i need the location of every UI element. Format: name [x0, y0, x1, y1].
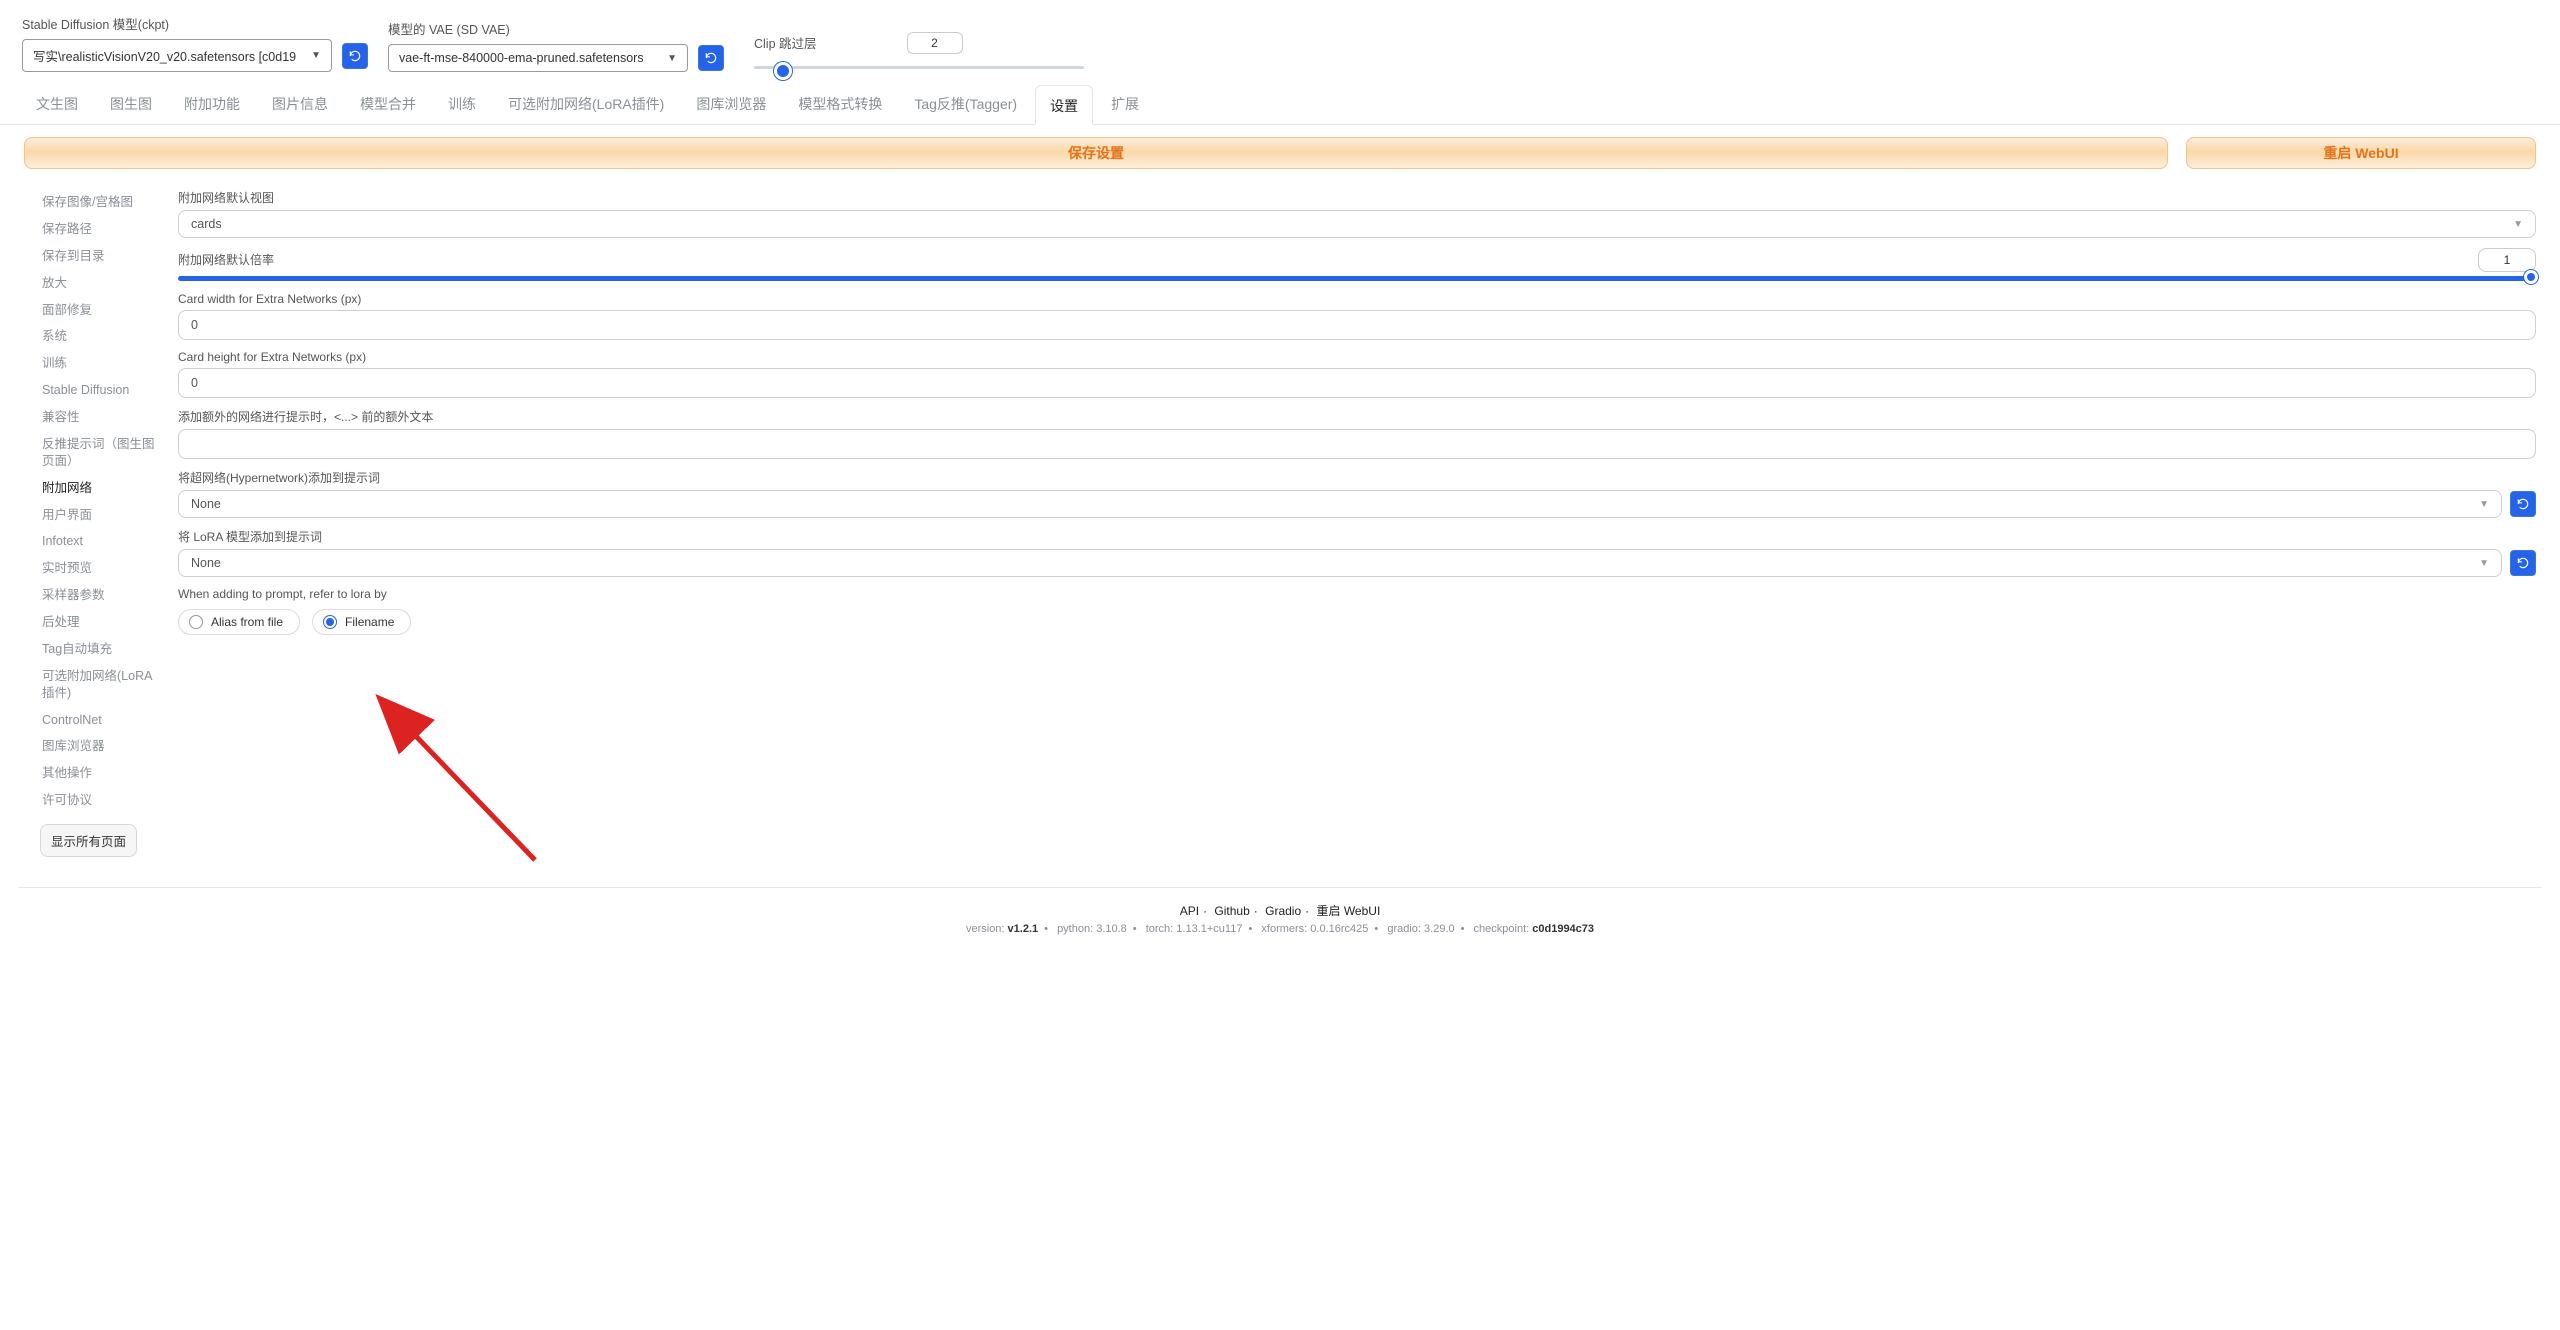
- tab-4[interactable]: 模型合并: [346, 84, 430, 124]
- hypernetwork-select[interactable]: None ▼: [178, 490, 2502, 518]
- sidebar-item-11[interactable]: 用户界面: [40, 502, 162, 529]
- sidebar-item-20[interactable]: 其他操作: [40, 760, 162, 787]
- extra-text-label: 添加额外的网络进行提示时，<...> 前的额外文本: [178, 408, 2536, 425]
- default-view-label: 附加网络默认视图: [178, 189, 2536, 206]
- card-width-label: Card width for Extra Networks (px): [178, 292, 2536, 306]
- sidebar-item-17[interactable]: 可选附加网络(LoRA插件): [40, 663, 162, 707]
- footer-restart-link[interactable]: 重启 WebUI: [1316, 904, 1380, 918]
- sidebar-item-21[interactable]: 许可协议: [40, 787, 162, 814]
- sidebar-item-19[interactable]: 图库浏览器: [40, 733, 162, 760]
- hypernetwork-refresh-button[interactable]: [2510, 491, 2536, 517]
- sidebar-item-0[interactable]: 保存图像/宫格图: [40, 189, 162, 216]
- default-view-value: cards: [191, 217, 222, 231]
- radio-alias-from-file[interactable]: Alias from file: [178, 609, 300, 635]
- model-label: Stable Diffusion 模型(ckpt): [22, 14, 368, 33]
- card-width-input[interactable]: 0: [178, 310, 2536, 340]
- tab-0[interactable]: 文生图: [22, 84, 92, 124]
- default-view-select[interactable]: cards ▼: [178, 210, 2536, 238]
- model-value: 写实\realisticVisionV20_v20.safetensors [c…: [33, 46, 296, 65]
- settings-sidebar: 保存图像/宫格图保存路径保存到目录放大面部修复系统训练Stable Diffus…: [40, 189, 162, 857]
- tab-3[interactable]: 图片信息: [258, 84, 342, 124]
- footer-api-link[interactable]: API: [1180, 904, 1199, 918]
- refer-lora-label: When adding to prompt, refer to lora by: [178, 587, 2536, 601]
- save-settings-button[interactable]: 保存设置: [24, 137, 2168, 169]
- vae-select[interactable]: vae-ft-mse-840000-ema-pruned.safetensors…: [388, 44, 688, 72]
- tab-11[interactable]: 扩展: [1097, 84, 1153, 124]
- radio-alias-label: Alias from file: [211, 615, 283, 629]
- card-height-input[interactable]: 0: [178, 368, 2536, 398]
- clip-value[interactable]: 2: [907, 32, 963, 54]
- vae-label: 模型的 VAE (SD VAE): [388, 19, 724, 38]
- footer-github-link[interactable]: Github: [1214, 904, 1249, 918]
- tab-1[interactable]: 图生图: [96, 84, 166, 124]
- extra-text-input[interactable]: [178, 429, 2536, 459]
- tab-6[interactable]: 可选附加网络(LoRA插件): [494, 84, 678, 124]
- card-height-label: Card height for Extra Networks (px): [178, 350, 2536, 364]
- footer: API· Github· Gradio· 重启 WebUI version: v…: [0, 892, 2560, 959]
- hypernetwork-value: None: [191, 497, 221, 511]
- radio-filename[interactable]: Filename: [312, 609, 411, 635]
- tab-8[interactable]: 模型格式转换: [784, 84, 896, 124]
- lora-value: None: [191, 556, 221, 570]
- multiplier-value[interactable]: 1: [2478, 248, 2536, 272]
- multiplier-label: 附加网络默认倍率: [178, 251, 274, 268]
- tab-2[interactable]: 附加功能: [170, 84, 254, 124]
- main-tabs: 文生图图生图附加功能图片信息模型合并训练可选附加网络(LoRA插件)图库浏览器模…: [0, 84, 2560, 125]
- lora-select[interactable]: None ▼: [178, 549, 2502, 577]
- sidebar-item-7[interactable]: Stable Diffusion: [40, 377, 162, 404]
- clip-group: Clip 跳过层 2: [754, 32, 1084, 72]
- tab-10[interactable]: 设置: [1035, 85, 1093, 125]
- model-refresh-button[interactable]: [342, 43, 368, 69]
- multiplier-slider[interactable]: [178, 274, 2536, 282]
- sidebar-item-18[interactable]: ControlNet: [40, 707, 162, 734]
- sidebar-item-15[interactable]: 后处理: [40, 609, 162, 636]
- chevron-down-icon: ▼: [2479, 558, 2489, 569]
- sidebar-item-4[interactable]: 面部修复: [40, 297, 162, 324]
- radio-icon: [189, 615, 203, 629]
- sidebar-item-1[interactable]: 保存路径: [40, 216, 162, 243]
- tab-7[interactable]: 图库浏览器: [682, 84, 780, 124]
- sidebar-item-14[interactable]: 采样器参数: [40, 582, 162, 609]
- footer-gradio-link[interactable]: Gradio: [1265, 904, 1301, 918]
- sidebar-item-2[interactable]: 保存到目录: [40, 243, 162, 270]
- lora-refresh-button[interactable]: [2510, 550, 2536, 576]
- sidebar-item-13[interactable]: 实时预览: [40, 555, 162, 582]
- sidebar-item-12[interactable]: Infotext: [40, 528, 162, 555]
- tab-9[interactable]: Tag反推(Tagger): [900, 84, 1031, 124]
- sidebar-item-16[interactable]: Tag自动填充: [40, 636, 162, 663]
- chevron-down-icon: ▼: [667, 53, 677, 64]
- lora-label: 将 LoRA 模型添加到提示词: [178, 528, 2536, 545]
- sidebar-item-10[interactable]: 附加网络: [40, 475, 162, 502]
- radio-icon: [323, 615, 337, 629]
- model-group: Stable Diffusion 模型(ckpt) 写实\realisticVi…: [22, 14, 368, 72]
- chevron-down-icon: ▼: [2513, 219, 2523, 230]
- radio-filename-label: Filename: [345, 615, 394, 629]
- sidebar-item-3[interactable]: 放大: [40, 270, 162, 297]
- clip-label: Clip 跳过层: [754, 33, 817, 52]
- vae-group: 模型的 VAE (SD VAE) vae-ft-mse-840000-ema-p…: [388, 19, 724, 72]
- tab-5[interactable]: 训练: [434, 84, 490, 124]
- sidebar-item-9[interactable]: 反推提示词（图生图页面）: [40, 431, 162, 475]
- show-all-pages-button[interactable]: 显示所有页面: [40, 824, 137, 857]
- chevron-down-icon: ▼: [2479, 499, 2489, 510]
- chevron-down-icon: ▼: [311, 50, 321, 61]
- model-select[interactable]: 写实\realisticVisionV20_v20.safetensors [c…: [22, 39, 332, 72]
- settings-content: 附加网络默认视图 cards ▼ 附加网络默认倍率 1 Card width f…: [178, 189, 2536, 857]
- top-controls: Stable Diffusion 模型(ckpt) 写实\realisticVi…: [0, 0, 2560, 80]
- clip-slider[interactable]: [754, 62, 1084, 72]
- sidebar-item-6[interactable]: 训练: [40, 350, 162, 377]
- sidebar-item-8[interactable]: 兼容性: [40, 404, 162, 431]
- vae-refresh-button[interactable]: [698, 45, 724, 71]
- sidebar-item-5[interactable]: 系统: [40, 323, 162, 350]
- footer-version: version: v1.2.1• python: 3.10.8• torch: …: [0, 923, 2560, 935]
- restart-webui-button[interactable]: 重启 WebUI: [2186, 137, 2536, 169]
- vae-value: vae-ft-mse-840000-ema-pruned.safetensors: [399, 51, 644, 65]
- hypernetwork-label: 将超网络(Hypernetwork)添加到提示词: [178, 469, 2536, 486]
